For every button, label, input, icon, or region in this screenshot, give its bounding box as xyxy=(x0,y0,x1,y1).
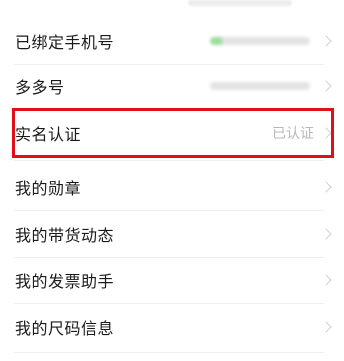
chevron-right-icon xyxy=(320,181,332,193)
chevron-right-icon xyxy=(320,80,332,92)
row-my-medals[interactable]: 我的勋章 xyxy=(0,164,344,210)
row-label: 实名认证 xyxy=(15,125,82,144)
masked-phone-value xyxy=(210,37,310,45)
chevron-right-icon xyxy=(320,274,332,286)
row-label: 我的发票助手 xyxy=(15,272,115,291)
row-label: 多多号 xyxy=(15,78,65,97)
account-settings-screen: 已绑定手机号 多多号 实名认证 已认证 我的勋章 我的带货动态 我的发票助手 我… xyxy=(0,0,344,361)
divider xyxy=(14,160,324,161)
chevron-right-icon xyxy=(320,35,332,47)
chevron-right-icon xyxy=(320,228,332,240)
row-my-invoice-assistant[interactable]: 我的发票助手 xyxy=(0,257,344,303)
row-label: 我的带货动态 xyxy=(15,226,115,245)
chevron-right-icon xyxy=(320,127,332,139)
row-label: 已绑定手机号 xyxy=(15,33,115,52)
row-bound-phone[interactable]: 已绑定手机号 xyxy=(0,18,344,64)
row-my-size-info[interactable]: 我的尺码信息 xyxy=(0,304,344,350)
row-label: 我的勋章 xyxy=(15,179,82,198)
row-duoduo-id[interactable]: 多多号 xyxy=(0,63,344,109)
row-label: 我的尺码信息 xyxy=(15,319,115,338)
top-partial-row xyxy=(0,0,344,10)
row-my-selling-feed[interactable]: 我的带货动态 xyxy=(0,211,344,257)
chevron-right-icon xyxy=(320,321,332,333)
row-real-name-verification[interactable]: 实名认证 已认证 xyxy=(0,110,344,156)
divider xyxy=(14,352,324,353)
masked-id-value xyxy=(210,82,310,90)
blurred-value xyxy=(188,0,292,6)
verification-status: 已认证 xyxy=(272,126,314,142)
